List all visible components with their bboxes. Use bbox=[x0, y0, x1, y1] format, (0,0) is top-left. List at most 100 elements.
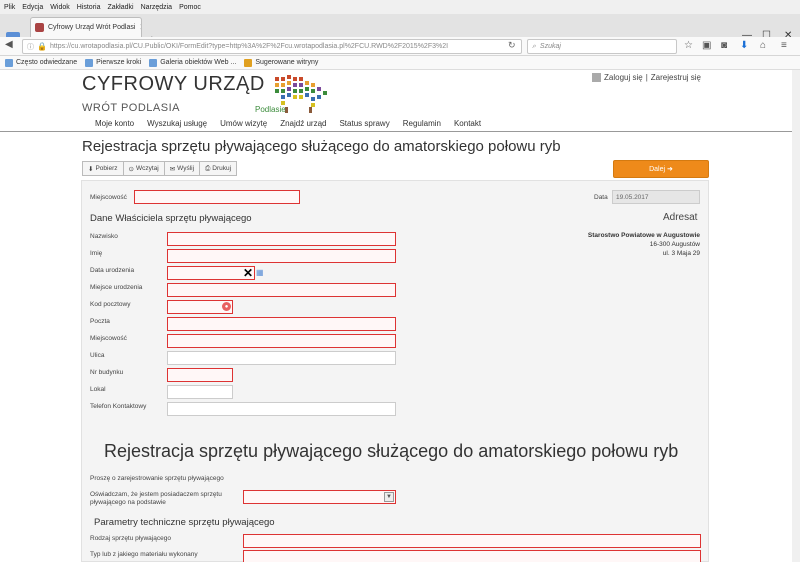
bookmark-suggested[interactable]: Sugerowane witryny bbox=[244, 58, 319, 67]
send-button[interactable]: ✉ Wyślij bbox=[163, 161, 201, 176]
menu-item-edit[interactable]: Edycja bbox=[22, 4, 43, 11]
back-icon[interactable]: ◀ bbox=[5, 39, 13, 50]
search-placeholder: Szukaj bbox=[539, 43, 561, 50]
bookmark-frequent[interactable]: Często odwiedzane bbox=[5, 58, 78, 67]
main-nav: Moje konto Wyszukaj usługę Umów wizytę Z… bbox=[95, 119, 481, 128]
menu-bar: Plik Edycja Widok Historia Zakładki Narz… bbox=[0, 0, 800, 14]
bookmark-label: Sugerowane witryny bbox=[255, 59, 319, 66]
envelope-icon: ✉ bbox=[169, 165, 176, 173]
lookup-icon[interactable]: ● bbox=[222, 302, 231, 311]
menu-item-view[interactable]: Widok bbox=[50, 4, 69, 11]
tab-strip: Cyfrowy Urząd Wrót Podlasi ✕ + — ☐ ✕ bbox=[0, 14, 800, 47]
firstname-input[interactable] bbox=[167, 249, 396, 263]
menu-item-bookmarks[interactable]: Zakładki bbox=[107, 4, 133, 11]
nav-terms[interactable]: Regulamin bbox=[403, 119, 441, 128]
menu-item-file[interactable]: Plik bbox=[4, 4, 15, 11]
tech-section-heading: Parametry techniczne sprzętu pływającego bbox=[94, 517, 275, 528]
load-icon: ⊙ bbox=[128, 165, 134, 173]
equipment-type-input[interactable] bbox=[243, 534, 701, 548]
menu-icon[interactable]: ≡ bbox=[781, 40, 787, 51]
logo-text: Podlasie bbox=[255, 105, 286, 114]
site-title[interactable]: CYFROWY URZĄD bbox=[82, 73, 265, 96]
tab-title: Cyfrowy Urząd Wrót Podlasi bbox=[48, 24, 136, 31]
phone-input[interactable] bbox=[167, 402, 396, 416]
bookmark-first-steps[interactable]: Pierwsze kroki bbox=[85, 58, 142, 67]
favicon-icon bbox=[35, 23, 44, 32]
clear-date-icon[interactable]: ✕ bbox=[243, 266, 253, 280]
menu-item-tools[interactable]: Narzędzia bbox=[141, 4, 173, 11]
recipient-city: 16-300 Augustów bbox=[649, 241, 700, 248]
calendar-icon[interactable]: ▦ bbox=[256, 268, 264, 277]
locality-input[interactable] bbox=[167, 334, 396, 348]
print-label: Drukuj bbox=[212, 165, 232, 172]
form-big-title: Rejestracja sprzętu pływającego służąceg… bbox=[104, 441, 679, 461]
nav-appointment[interactable]: Umów wizytę bbox=[220, 119, 267, 128]
bookmark-icon bbox=[244, 58, 253, 67]
download-icon[interactable]: ⬇ bbox=[740, 40, 748, 51]
bookmark-web-gallery[interactable]: Galeria obiektów Web ... bbox=[149, 58, 237, 67]
city-label: Miejscowość bbox=[90, 194, 127, 201]
login-link[interactable]: Zaloguj się bbox=[604, 73, 643, 82]
download-button[interactable]: ⬇ Pobierz bbox=[82, 161, 124, 176]
recipient-street: ul. 3 Maja 29 bbox=[662, 250, 700, 257]
bookmark-label: Pierwsze kroki bbox=[96, 59, 142, 66]
date-label: Data bbox=[594, 194, 608, 201]
street-input[interactable] bbox=[167, 351, 396, 365]
browser-tab[interactable]: Cyfrowy Urząd Wrót Podlasi ✕ bbox=[30, 17, 142, 37]
ownership-basis-select[interactable]: ▼ bbox=[243, 490, 396, 504]
next-button[interactable]: Dalej ➜ bbox=[613, 160, 709, 178]
phone-label: Telefon Kontaktowy bbox=[90, 403, 147, 410]
reload-icon[interactable]: ↻ bbox=[508, 40, 516, 51]
material-label: Typ lub z jakiego materiału wykonany bbox=[90, 551, 198, 558]
printer-icon: ⎙ bbox=[205, 164, 211, 172]
header-divider bbox=[0, 131, 800, 132]
lock-icon: 🔒 bbox=[37, 42, 47, 51]
register-link[interactable]: Zarejestruj się bbox=[651, 73, 701, 82]
info-icon[interactable]: ⓘ bbox=[27, 42, 34, 52]
owner-section-heading: Dane Właściciela sprzętu pływającego bbox=[90, 213, 252, 224]
address-heading: Adresat bbox=[663, 212, 698, 223]
post-office-input[interactable] bbox=[167, 317, 396, 331]
building-number-input[interactable] bbox=[167, 368, 233, 382]
city-input[interactable] bbox=[134, 190, 300, 204]
nav-search-service[interactable]: Wyszukaj usługę bbox=[147, 119, 207, 128]
page-title: Rejestracja sprzętu pływającego służąceg… bbox=[82, 138, 561, 155]
search-input[interactable]: ⌕ Szukaj bbox=[527, 39, 677, 54]
close-tab-icon[interactable]: ✕ bbox=[139, 22, 141, 33]
locality-label: Miejscowość bbox=[90, 335, 127, 342]
birthplace-input[interactable] bbox=[167, 283, 396, 297]
reading-list-icon[interactable]: ▣ bbox=[702, 40, 711, 51]
bookmark-label: Często odwiedzane bbox=[16, 59, 78, 66]
apartment-input[interactable] bbox=[167, 385, 233, 399]
equipment-type-label: Rodzaj sprzętu pływającego bbox=[90, 535, 171, 542]
download-label: Pobierz bbox=[95, 165, 118, 172]
menu-item-help[interactable]: Pomoc bbox=[179, 4, 201, 11]
login-icon bbox=[592, 73, 601, 82]
site-subtitle: WRÓT PODLASIA bbox=[82, 102, 180, 114]
nav-case-status[interactable]: Status sprawy bbox=[339, 119, 389, 128]
nav-my-account[interactable]: Moje konto bbox=[95, 119, 134, 128]
nav-contact[interactable]: Kontakt bbox=[454, 119, 481, 128]
date-field: 19.05.2017 bbox=[612, 190, 700, 204]
load-label: Wczytaj bbox=[135, 165, 159, 172]
url-bar[interactable]: ⓘ 🔒 https://cu.wrotapodlasia.pl/CU.Publi… bbox=[22, 39, 522, 54]
bookmark-star-icon[interactable]: ☆ bbox=[684, 40, 693, 51]
apartment-label: Lokal bbox=[90, 386, 106, 393]
declare-text-line-2: pływającego na podstawie bbox=[90, 499, 166, 506]
bookmark-folder-icon bbox=[5, 58, 13, 67]
pocket-icon[interactable]: ◙ bbox=[721, 40, 727, 51]
search-icon: ⌕ bbox=[532, 42, 536, 50]
bookmark-icon bbox=[85, 58, 94, 67]
page-scrollbar[interactable] bbox=[792, 70, 800, 562]
print-button[interactable]: ⎙ Drukuj bbox=[199, 161, 238, 176]
birthdate-input[interactable] bbox=[167, 266, 255, 280]
load-button[interactable]: ⊙ Wczytaj bbox=[122, 161, 165, 176]
menu-item-history[interactable]: Historia bbox=[77, 4, 101, 11]
url-text: https://cu.wrotapodlasia.pl/CU.Public/OK… bbox=[49, 43, 449, 50]
home-icon[interactable]: ⌂ bbox=[760, 40, 766, 51]
auth-links: Zaloguj się | Zarejestruj się bbox=[592, 73, 701, 82]
nav-find-office[interactable]: Znajdź urząd bbox=[280, 119, 326, 128]
bookmark-label: Galeria obiektów Web ... bbox=[160, 59, 237, 66]
surname-input[interactable] bbox=[167, 232, 396, 246]
material-input[interactable] bbox=[243, 550, 701, 562]
